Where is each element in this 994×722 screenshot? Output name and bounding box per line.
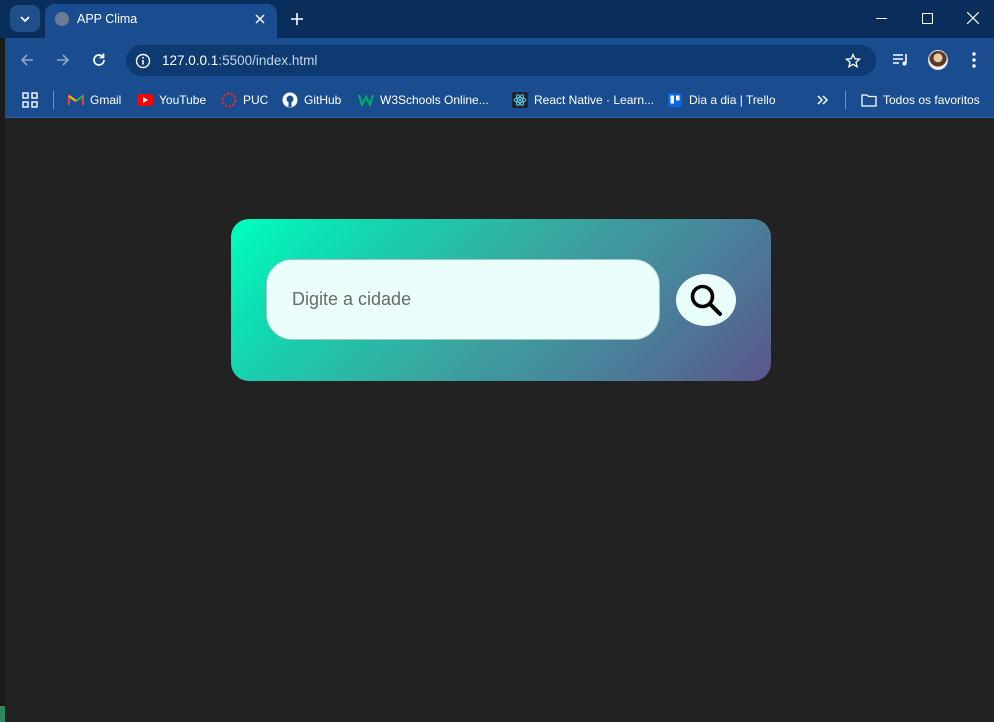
- reload-button[interactable]: [86, 47, 112, 73]
- bookmark-react-native[interactable]: React Native · Learn...: [512, 90, 654, 110]
- bookmarks-bar: Gmail YouTube PUC GitHub W3Schools Onlin…: [5, 82, 994, 118]
- city-search-input[interactable]: [266, 259, 660, 340]
- youtube-icon: [137, 92, 153, 108]
- close-icon: [967, 12, 979, 24]
- back-button[interactable]: [14, 47, 40, 73]
- bookmarks-separator: [53, 91, 54, 109]
- bookmark-label: React Native · Learn...: [534, 93, 655, 107]
- arrow-left-icon: [20, 54, 33, 66]
- forward-button[interactable]: [50, 47, 76, 73]
- url-path: :5500/index.html: [218, 53, 318, 68]
- bookmark-label: PUC: [243, 93, 269, 107]
- new-tab-button[interactable]: [286, 8, 308, 30]
- url-host: 127.0.0.1: [162, 53, 219, 68]
- profile-avatar[interactable]: [926, 48, 950, 72]
- browser-menu-button[interactable]: [962, 48, 986, 72]
- all-bookmarks-label: Todos os favoritos: [883, 93, 980, 107]
- address-bar[interactable]: 127.0.0.1:5500/index.html: [126, 45, 876, 76]
- media-control-icon[interactable]: [889, 48, 913, 72]
- maximize-icon: [921, 12, 933, 24]
- bookmark-label: W3Schools Online...: [380, 93, 489, 107]
- apps-button[interactable]: [22, 90, 44, 110]
- bookmark-w3schools[interactable]: W3Schools Online...: [358, 90, 489, 110]
- bookmark-label: Gmail: [90, 93, 122, 107]
- bookmark-trello[interactable]: Dia a dia | Trello: [667, 90, 776, 110]
- gmail-icon: [68, 92, 84, 108]
- title-bar: APP Clima: [0, 0, 994, 38]
- site-info-icon[interactable]: [134, 52, 151, 69]
- folder-icon: [861, 92, 877, 108]
- more-bookmarks-button[interactable]: [815, 90, 837, 110]
- search-icon: [690, 284, 722, 316]
- puc-icon: [221, 92, 237, 108]
- bookmark-youtube[interactable]: YouTube: [137, 90, 206, 110]
- react-icon: [512, 92, 528, 108]
- avatar: [928, 50, 948, 70]
- plus-icon: [291, 13, 303, 25]
- globe-icon: [55, 12, 69, 26]
- apps-grid-icon: [22, 92, 38, 108]
- github-icon: [282, 92, 298, 108]
- bookmark-github[interactable]: GitHub: [282, 90, 341, 110]
- close-tab-icon[interactable]: [251, 10, 269, 28]
- more-vertical-icon: [972, 52, 976, 68]
- bookmark-puc[interactable]: PUC: [221, 90, 268, 110]
- reload-icon: [93, 53, 105, 66]
- browser-toolbar: 127.0.0.1:5500/index.html: [5, 38, 994, 82]
- bookmarks-separator: [845, 91, 846, 109]
- all-bookmarks-folder[interactable]: Todos os favoritos: [861, 90, 980, 110]
- arrow-right-icon: [57, 54, 70, 66]
- minimize-button[interactable]: [858, 4, 904, 32]
- tab-search-button[interactable]: [10, 5, 40, 32]
- maximize-button[interactable]: [904, 4, 950, 32]
- url-text: 127.0.0.1:5500/index.html: [162, 53, 317, 68]
- chevron-double-right-icon: [815, 92, 831, 108]
- close-window-button[interactable]: [950, 4, 994, 32]
- bookmark-label: Dia a dia | Trello: [689, 93, 776, 107]
- bookmark-label: GitHub: [304, 93, 342, 107]
- bookmark-gmail[interactable]: Gmail: [68, 90, 121, 110]
- page-content: [5, 119, 994, 722]
- tab-app-clima[interactable]: APP Clima: [45, 4, 277, 38]
- trello-icon: [667, 92, 683, 108]
- minimize-icon: [875, 17, 887, 19]
- search-card: [231, 219, 771, 381]
- search-button[interactable]: [676, 274, 736, 326]
- chevron-down-icon: [20, 15, 30, 22]
- bookmark-label: YouTube: [159, 93, 207, 107]
- tab-title: APP Clima: [77, 12, 138, 26]
- w3schools-icon: [358, 92, 374, 108]
- bookmark-star-icon[interactable]: [844, 52, 862, 70]
